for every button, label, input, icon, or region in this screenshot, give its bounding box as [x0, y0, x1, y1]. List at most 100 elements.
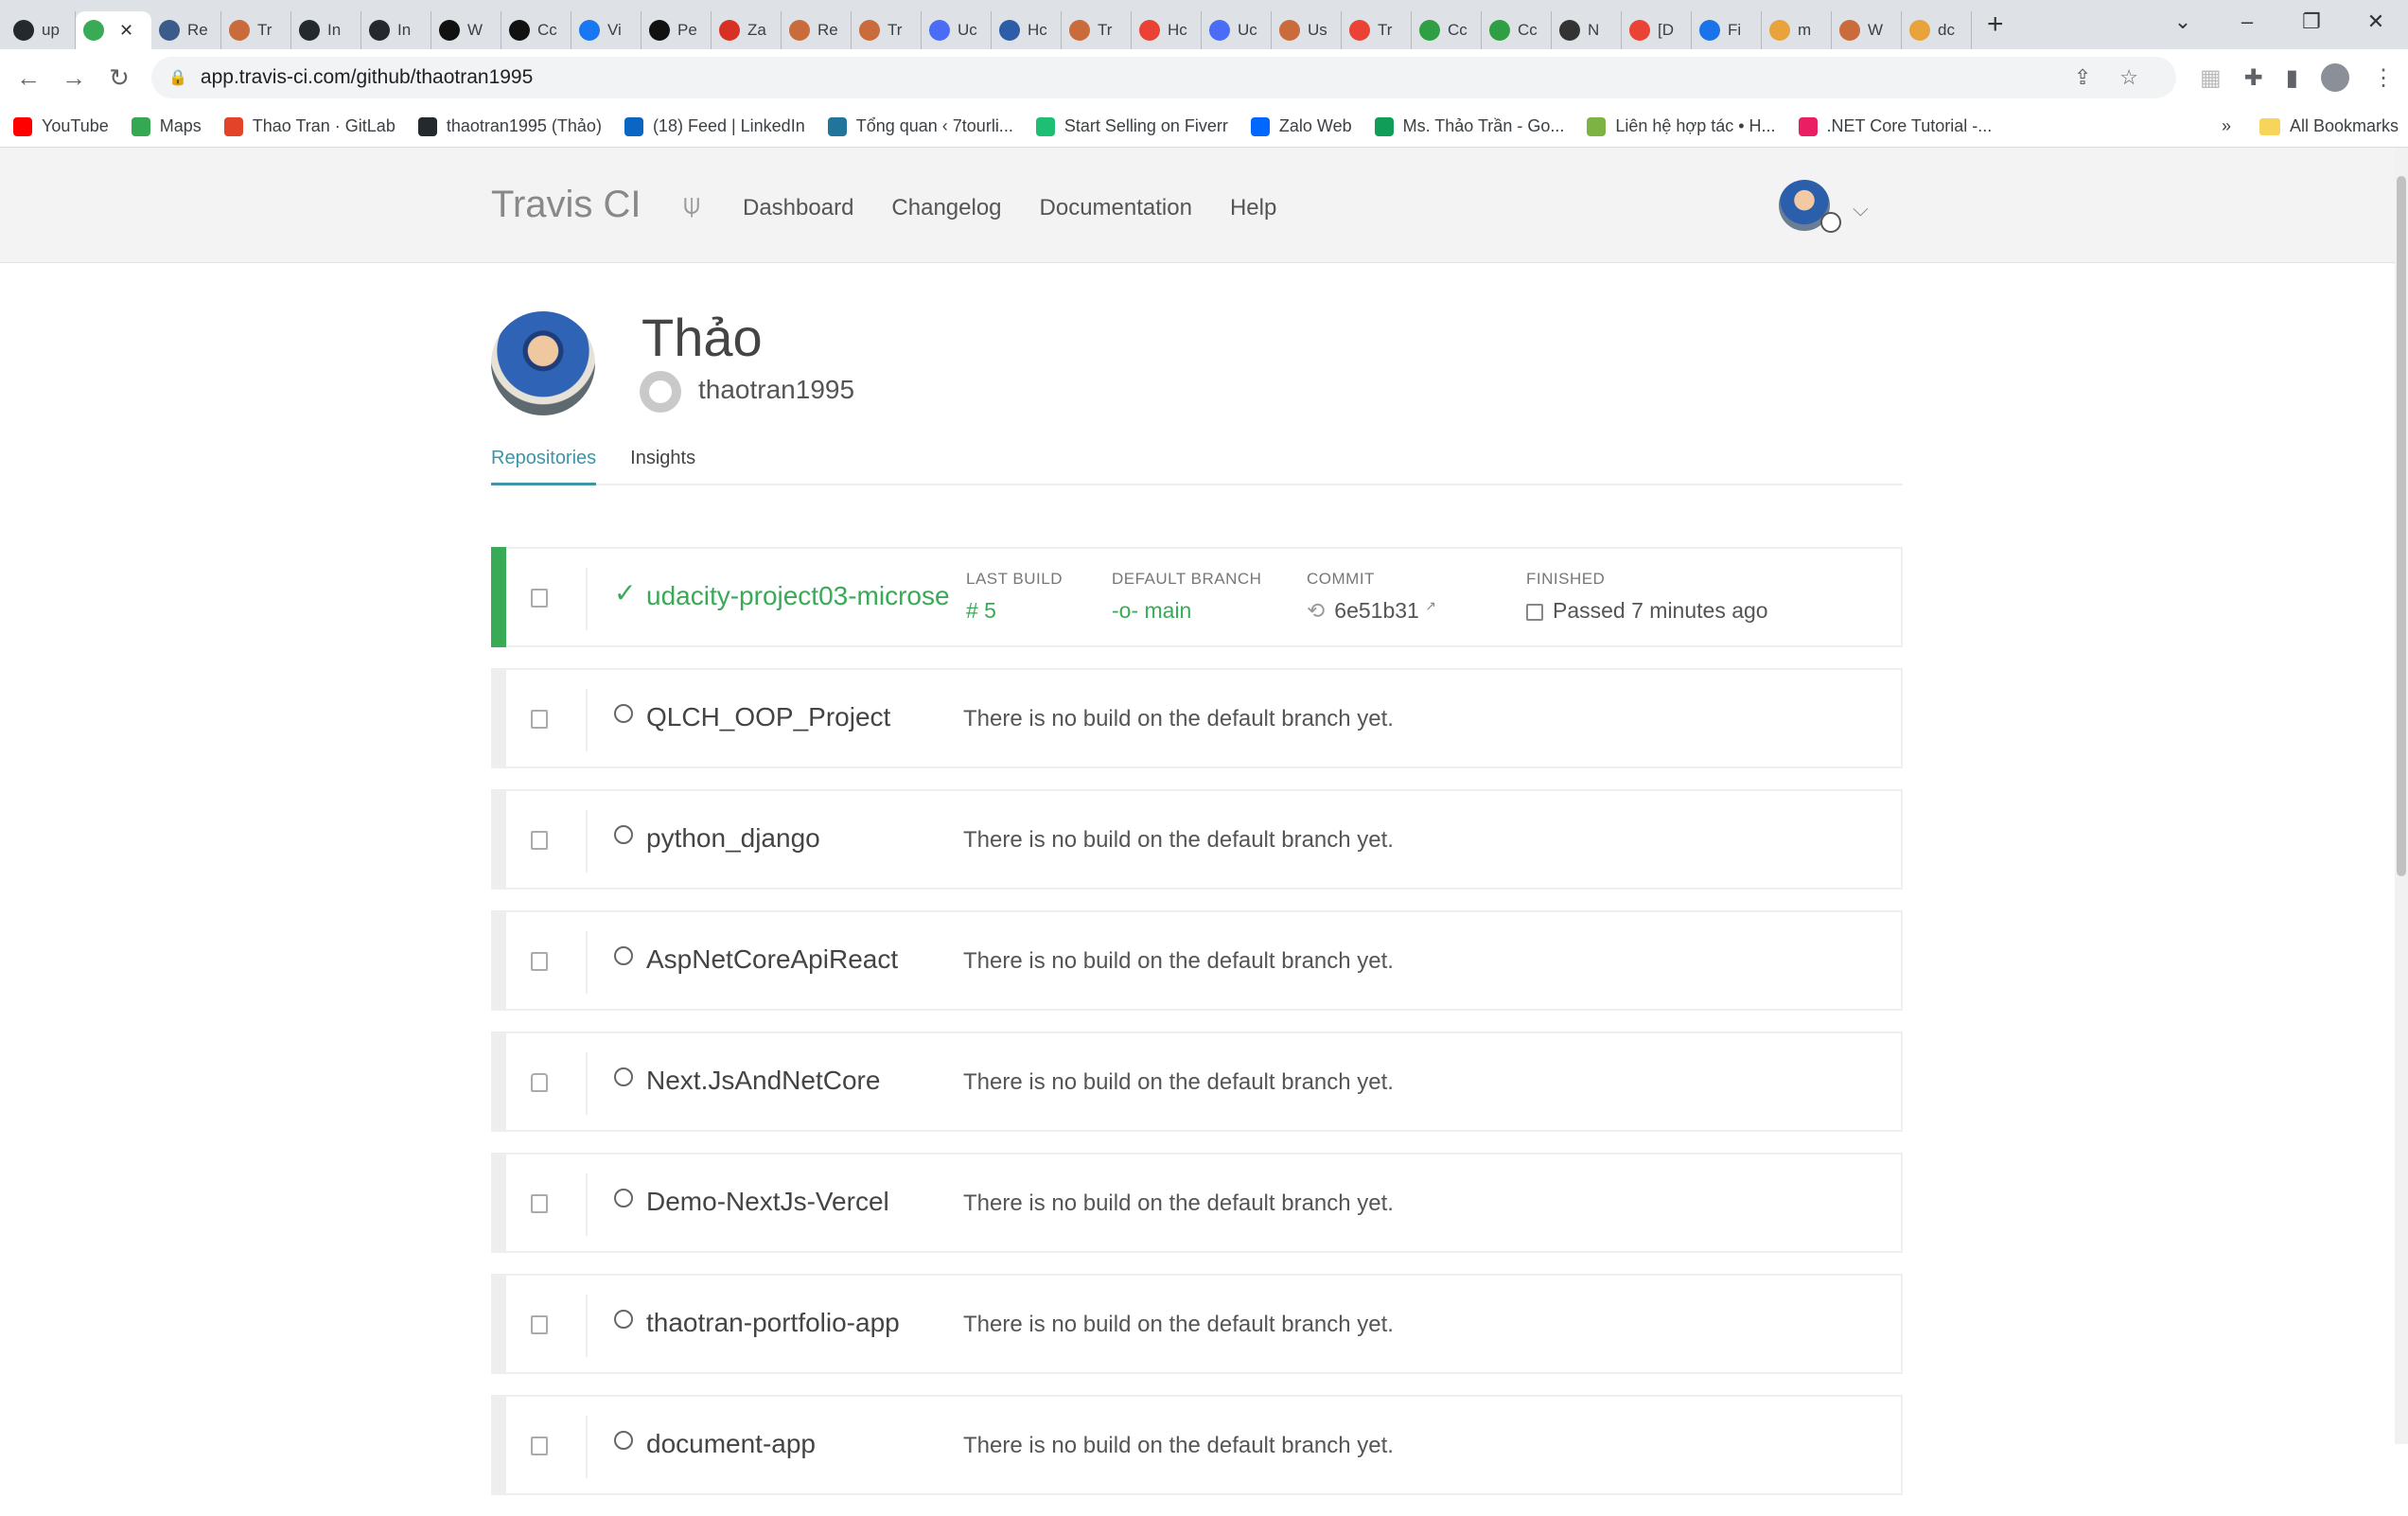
repo-name[interactable]: thaotran-portfolio-app — [646, 1308, 949, 1338]
bookmark-item[interactable]: .NET Core Tutorial -... — [1798, 116, 1992, 136]
repo-name[interactable]: python_django — [646, 823, 949, 854]
close-window-icon[interactable]: ✕ — [2344, 9, 2408, 34]
bookmark-item[interactable]: YouTube — [13, 116, 109, 136]
tab-favicon-icon — [439, 20, 460, 41]
tab-favicon-icon — [159, 20, 180, 41]
browser-tab[interactable]: Cc — [1482, 11, 1552, 49]
repo-icon — [531, 589, 548, 608]
browser-tab[interactable]: Tr — [852, 11, 922, 49]
bookmark-item[interactable]: Liên hệ hợp tác • H... — [1587, 116, 1776, 136]
back-icon[interactable]: ← — [6, 63, 51, 93]
bookmark-star-icon[interactable]: ☆ — [2119, 65, 2138, 90]
repo-icon — [531, 1194, 548, 1213]
lock-icon[interactable]: 🔒 — [168, 68, 187, 87]
new-tab-button[interactable]: + — [1987, 9, 2004, 41]
broadcast-antenna-icon[interactable]: ⍦ — [683, 189, 700, 221]
nav-help[interactable]: Help — [1230, 195, 1276, 221]
tab-label: Tr — [1098, 21, 1113, 39]
scrollbar-thumb[interactable] — [2397, 176, 2406, 876]
repo-name[interactable]: QLCH_OOP_Project — [646, 702, 949, 732]
menu-kebab-icon[interactable]: ⋮ — [2372, 64, 2395, 92]
travis-logo[interactable]: Travis CI — [491, 184, 642, 226]
nav-documentation[interactable]: Documentation — [1040, 195, 1192, 221]
restore-icon[interactable]: ❐ — [2279, 9, 2344, 34]
browser-tab[interactable]: Hc — [992, 11, 1062, 49]
default-branch-value[interactable]: -o- main — [1112, 598, 1261, 624]
extensions-puzzle-icon[interactable]: ✚ — [2244, 64, 2263, 92]
browser-tab[interactable]: Cc — [1412, 11, 1482, 49]
repo-name[interactable]: Next.JsAndNetCore — [646, 1066, 949, 1096]
browser-tab[interactable]: Pe — [642, 11, 712, 49]
more-bookmarks-icon[interactable]: » — [2222, 116, 2231, 136]
repo-row-passed[interactable]: ✓ udacity-project03-microservices LAST B… — [491, 547, 1903, 647]
tab-repositories[interactable]: Repositories — [491, 446, 597, 485]
reload-icon[interactable]: ↻ — [97, 63, 142, 93]
tab-label: Cc — [537, 21, 557, 39]
tab-close-icon[interactable]: ✕ — [119, 21, 133, 41]
tab-search-icon[interactable]: ⌄ — [2151, 9, 2215, 34]
tab-insights[interactable]: Insights — [630, 446, 695, 485]
repo-row[interactable]: document-app There is no build on the def… — [491, 1395, 1903, 1495]
bookmark-item[interactable]: Thao Tran · GitLab — [223, 116, 395, 136]
tab-label: Hc — [1028, 21, 1047, 39]
browser-tab[interactable]: W — [1832, 11, 1902, 49]
browser-tab[interactable]: ✕ — [76, 11, 151, 49]
extension-icon[interactable]: ▦ — [2200, 64, 2222, 92]
bookmark-item[interactable]: thaotran1995 (Thảo) — [417, 116, 602, 136]
bookmark-item[interactable]: Tổng quan ‹ 7tourli... — [827, 116, 1013, 136]
nav-changelog[interactable]: Changelog — [891, 195, 1001, 221]
browser-tab[interactable]: Vi — [571, 11, 642, 49]
browser-tab[interactable]: Tr — [221, 11, 291, 49]
repo-name[interactable]: udacity-project03-microservices — [646, 581, 949, 611]
repo-name[interactable]: AspNetCoreApiReact — [646, 944, 949, 975]
share-icon[interactable]: ⇪ — [2074, 65, 2091, 90]
repo-row[interactable]: QLCH_OOP_Project There is no build on the… — [491, 668, 1903, 768]
browser-tab[interactable]: In — [291, 11, 361, 49]
bookmark-item[interactable]: Start Selling on Fiverr — [1035, 116, 1228, 136]
browser-tab[interactable]: Cc — [501, 11, 571, 49]
browser-tab[interactable]: Uc — [1202, 11, 1272, 49]
github-logo-icon — [640, 371, 681, 413]
browser-tab[interactable]: W — [431, 11, 501, 49]
chevron-down-icon[interactable]: ⌵ — [1853, 197, 1869, 221]
last-build-number[interactable]: # 5 — [966, 598, 1063, 624]
browser-tab[interactable]: [D — [1622, 11, 1692, 49]
all-bookmarks-label: All Bookmarks — [2289, 116, 2399, 135]
bookmark-item[interactable]: Zalo Web — [1250, 116, 1352, 136]
repo-name[interactable]: document-app — [646, 1429, 949, 1459]
browser-tab[interactable]: up — [6, 11, 76, 49]
browser-tab[interactable]: dc — [1902, 11, 1972, 49]
browser-tab[interactable]: Za — [712, 11, 782, 49]
bookmark-item[interactable]: Maps — [131, 116, 202, 136]
tab-favicon-icon — [999, 20, 1020, 41]
side-panel-icon[interactable]: ▮ — [2286, 64, 2298, 92]
profile-avatar-icon[interactable] — [2321, 63, 2349, 92]
url-bar[interactable]: 🔒 app.travis-ci.com/github/thaotran1995 … — [151, 57, 2176, 98]
browser-tab[interactable]: m — [1762, 11, 1832, 49]
browser-tab[interactable]: Tr — [1342, 11, 1412, 49]
browser-tab[interactable]: Re — [782, 11, 852, 49]
browser-tab[interactable]: Uc — [922, 11, 992, 49]
bookmark-item[interactable]: Ms. Thảo Trần - Go... — [1374, 116, 1564, 136]
nav-dashboard[interactable]: Dashboard — [743, 195, 853, 221]
repo-row[interactable]: python_django There is no build on the de… — [491, 789, 1903, 890]
minimize-icon[interactable]: – — [2215, 9, 2279, 34]
browser-tab[interactable]: Fi — [1692, 11, 1762, 49]
browser-tab[interactable]: Hc — [1132, 11, 1202, 49]
browser-tab[interactable]: In — [361, 11, 431, 49]
commit-value[interactable]: ⟲ 6e51b31 ↗ — [1307, 598, 1436, 624]
page-scrollbar[interactable] — [2395, 148, 2408, 1444]
repo-row[interactable]: thaotran-portfolio-app There is no build … — [491, 1274, 1903, 1374]
browser-tab[interactable]: Us — [1272, 11, 1342, 49]
browser-tab[interactable]: Re — [151, 11, 221, 49]
repo-row[interactable]: Next.JsAndNetCore There is no build on th… — [491, 1031, 1903, 1132]
forward-icon[interactable]: → — [51, 63, 97, 93]
bookmark-item[interactable]: (18) Feed | LinkedIn — [624, 116, 805, 136]
browser-tab[interactable]: Tr — [1062, 11, 1132, 49]
repo-row[interactable]: Demo-NextJs-Vercel There is no build on t… — [491, 1153, 1903, 1253]
tab-label: Uc — [1238, 21, 1257, 39]
all-bookmarks[interactable]: All Bookmarks — [2259, 116, 2399, 136]
repo-name[interactable]: Demo-NextJs-Vercel — [646, 1187, 949, 1217]
browser-tab[interactable]: N — [1552, 11, 1622, 49]
repo-row[interactable]: AspNetCoreApiReact There is no build on t… — [491, 910, 1903, 1011]
